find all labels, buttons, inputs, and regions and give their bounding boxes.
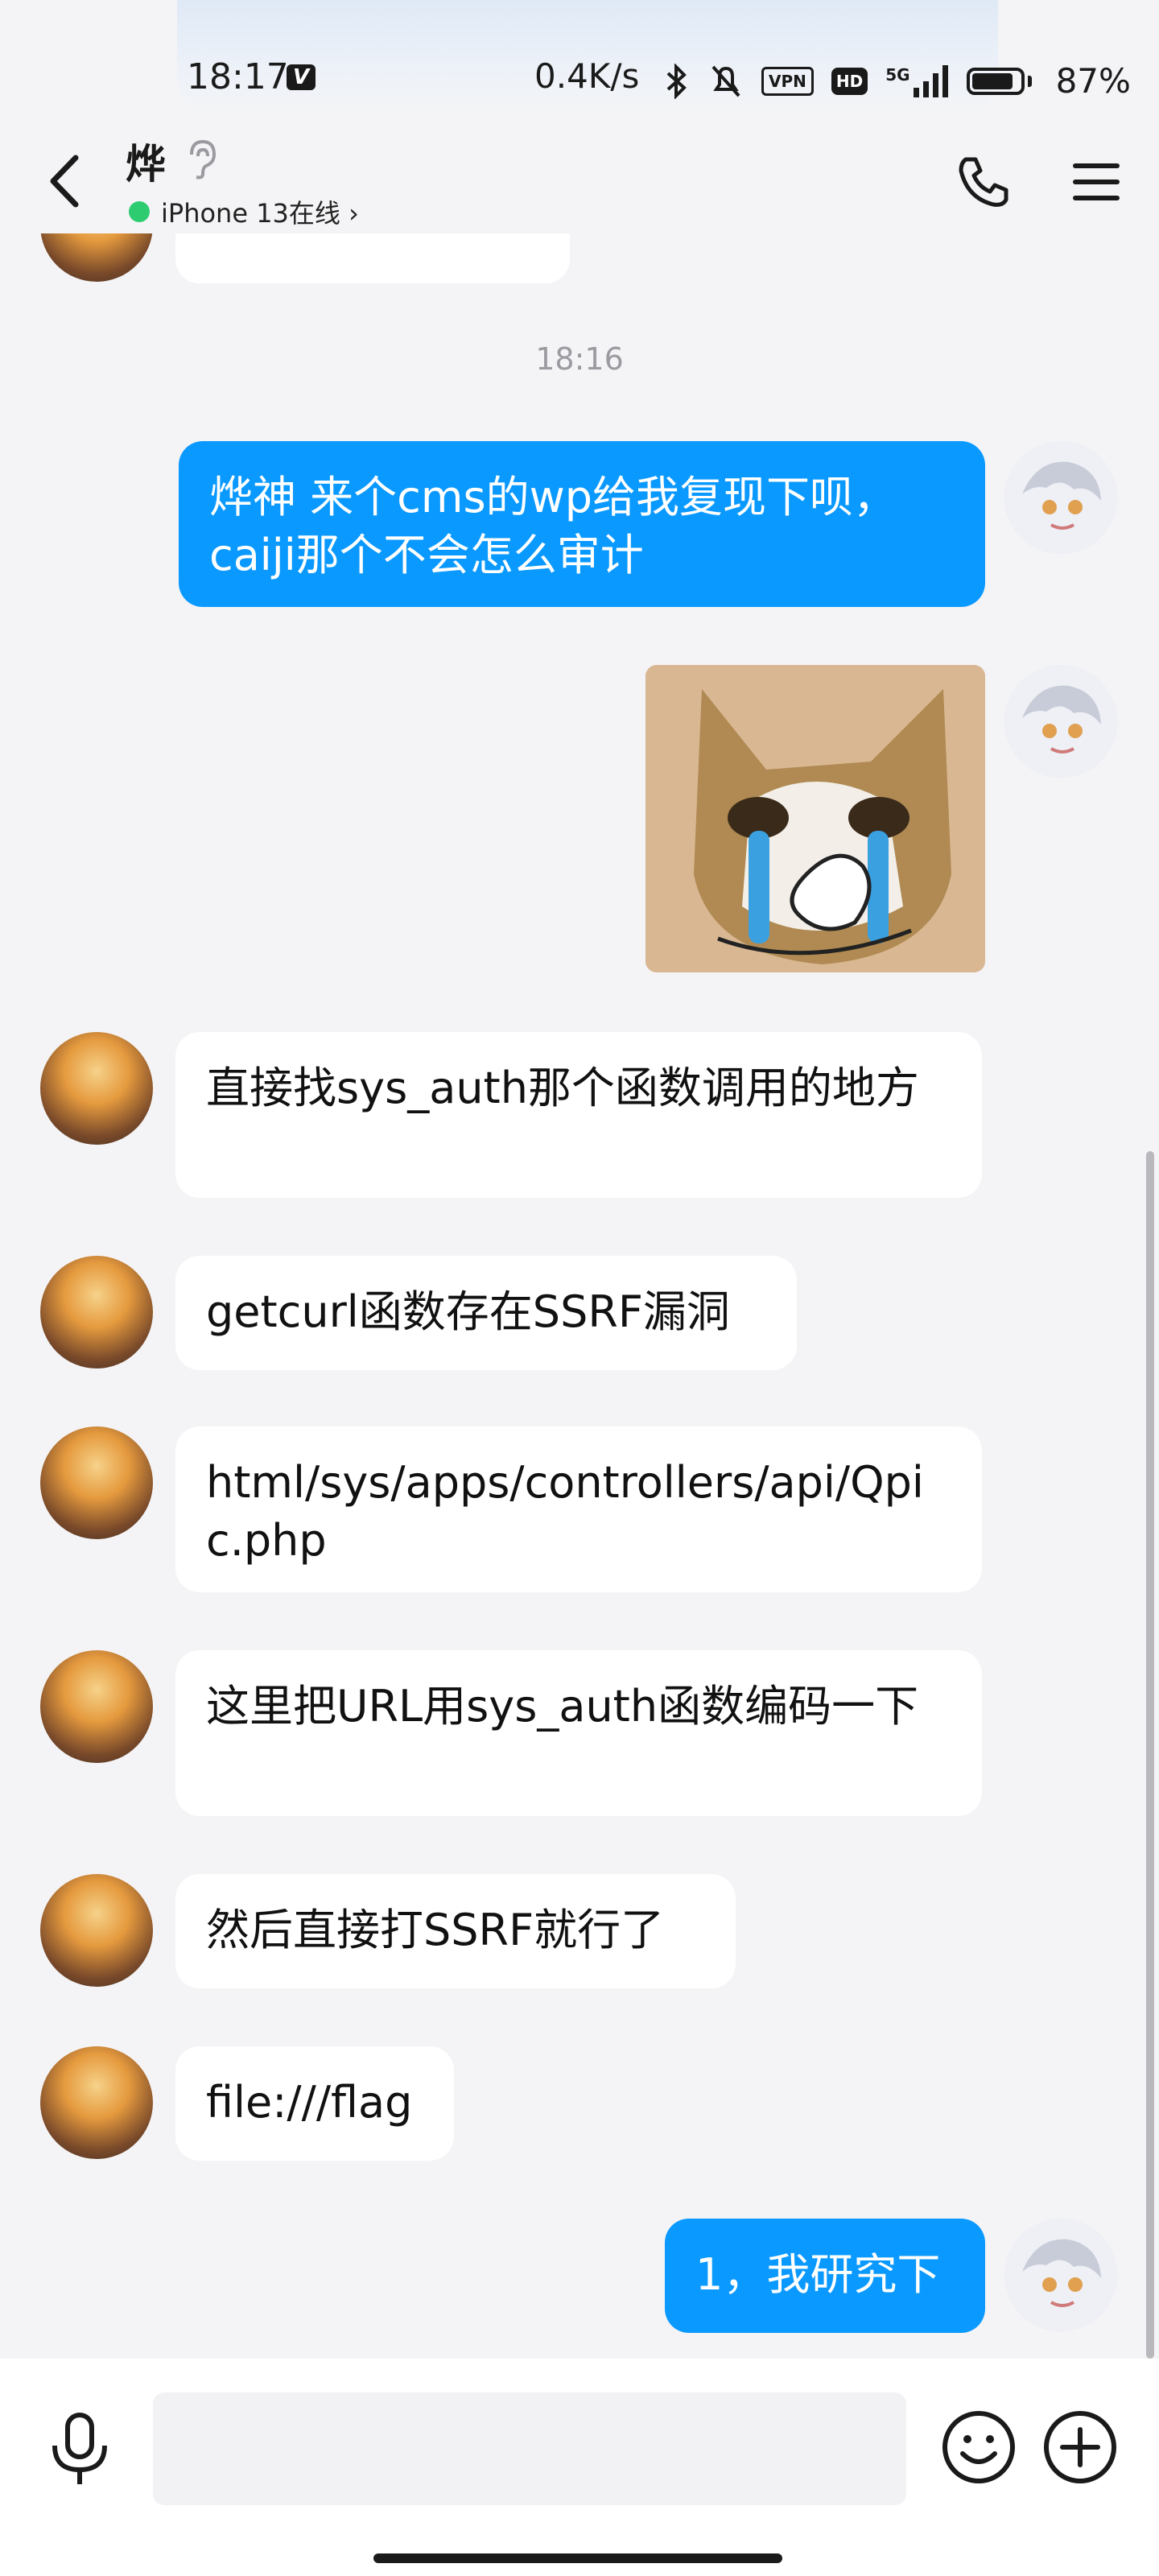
microphone-icon[interactable] xyxy=(43,2409,116,2489)
avatar-contact[interactable] xyxy=(40,1426,153,1539)
battery-icon xyxy=(966,67,1032,95)
message-input[interactable] xyxy=(153,2392,906,2505)
avatar-contact[interactable] xyxy=(40,1032,153,1145)
avatar-self[interactable] xyxy=(1004,665,1117,778)
signal-bars-icon xyxy=(913,64,948,97)
status-icons: VPN HD 5G 87% xyxy=(662,61,1131,101)
vpn-indicator: VPN xyxy=(761,66,814,96)
timestamp-label: 18:16 xyxy=(535,341,624,377)
signal-indicator: 5G xyxy=(885,64,948,97)
online-dot xyxy=(129,201,150,222)
message-bubble-contact[interactable]: html/sys/apps/controllers/api/Qpic.php xyxy=(175,1426,982,1592)
avatar-contact[interactable] xyxy=(40,1874,153,1987)
avatar-contact[interactable] xyxy=(40,1256,153,1368)
hd-indicator: HD xyxy=(831,67,868,95)
home-indicator[interactable] xyxy=(373,2553,782,2563)
battery-percent: 87% xyxy=(1055,61,1131,101)
status-time: 18:17 xyxy=(187,56,289,97)
signal-label: 5G xyxy=(885,64,910,85)
message-bubble-self[interactable]: 1，我研究下 xyxy=(665,2219,985,2333)
chat-header: 烨 iPhone 13在线 › xyxy=(0,129,1159,233)
contact-name[interactable]: 烨 xyxy=(126,132,166,190)
bluetooth-icon xyxy=(666,63,687,99)
message-bubble-contact[interactable]: 这里把URL用sys_auth函数编码一下 xyxy=(175,1650,982,1816)
input-bar xyxy=(0,2359,1159,2576)
online-status-text: iPhone 13在线 › xyxy=(161,198,359,229)
status-bar: 18:17 V 0.4K/s VPN HD 5G 87% xyxy=(0,0,1159,145)
emoji-icon[interactable] xyxy=(938,2407,1019,2487)
mute-bell-icon xyxy=(711,65,740,97)
avatar-contact[interactable] xyxy=(40,2046,153,2159)
avatar-self[interactable] xyxy=(1004,2219,1117,2331)
back-button[interactable] xyxy=(40,153,89,209)
plus-icon[interactable] xyxy=(1040,2407,1120,2487)
crying-cat-sticker[interactable] xyxy=(645,665,985,972)
menu-icon[interactable] xyxy=(1072,158,1120,206)
back-arrow-icon xyxy=(50,155,79,208)
message-bubble-contact[interactable]: 直接找sys_auth那个函数调用的地方 xyxy=(175,1032,982,1198)
v-badge-icon: V xyxy=(287,64,316,90)
phone-icon[interactable] xyxy=(955,153,1013,211)
message-bubble-contact[interactable]: 然后直接打SSRF就行了 xyxy=(175,1874,736,1988)
chat-scrollbar[interactable] xyxy=(1146,1151,1154,2359)
message-bubble-self[interactable]: 烨神 来个cms的wp给我复现下呗，caiji那个不会怎么审计 xyxy=(179,441,985,607)
avatar-self[interactable] xyxy=(1004,441,1117,554)
ear-icon[interactable] xyxy=(184,138,219,180)
online-status[interactable]: iPhone 13在线 › xyxy=(129,193,359,230)
chat-area[interactable]: 18:16 烨神 来个cms的wp给我复现下呗，caiji那个不会怎么审计 直接… xyxy=(0,0,1159,2359)
message-bubble-contact[interactable]: getcurl函数存在SSRF漏洞 xyxy=(175,1256,797,1370)
message-bubble-contact[interactable]: file:///flag xyxy=(175,2046,454,2161)
network-speed: 0.4K/s xyxy=(534,56,640,96)
avatar-contact[interactable] xyxy=(40,1650,153,1763)
